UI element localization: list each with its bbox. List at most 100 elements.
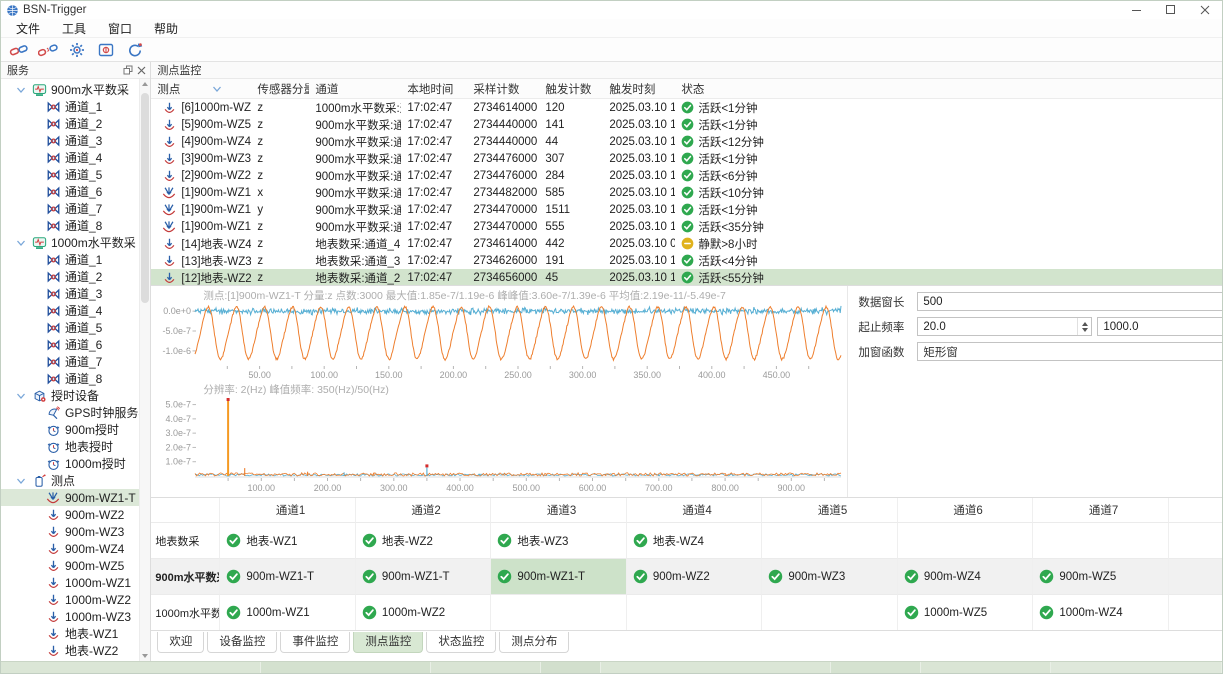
minimize-button[interactable] [1120,1,1154,19]
column-header[interactable]: 状态 [675,81,1223,97]
sidebar-item[interactable]: 通道_8 [1,217,150,234]
assign-column-header[interactable]: 通道7 [1032,498,1168,522]
window-fn-select[interactable]: 矩形窗 [917,342,1223,361]
column-header[interactable]: 本地时间 [401,81,467,97]
sidebar-item[interactable]: 测点 [1,472,150,489]
maximize-button[interactable] [1154,1,1188,19]
sidebar-item[interactable]: 通道_4 [1,149,150,166]
monitor-icon[interactable] [95,40,117,60]
assign-column-header[interactable]: 通道1 [219,498,355,522]
assign-cell[interactable]: 1000m-WZ4 [1032,594,1168,630]
sidebar-item[interactable]: 通道_1 [1,251,150,268]
menu-item[interactable]: 窗口 [97,20,143,37]
table-row[interactable]: [14]地表-WZ4z地表数采:通道_417:02:47273461400044… [151,235,1223,252]
assign-column-header[interactable]: 通道5 [761,498,897,522]
sidebar-item[interactable]: 通道_6 [1,336,150,353]
scroll-up-icon[interactable] [140,79,150,89]
assign-cell[interactable]: 1000m-WZ5 [897,594,1033,630]
sidebar-item[interactable]: 地表-WZ2 [1,642,150,659]
column-header[interactable]: 采样计数 [467,81,539,97]
refresh-icon[interactable] [124,40,146,60]
sidebar-item[interactable]: 通道_4 [1,302,150,319]
sidebar-item[interactable]: 地表授时 [1,438,150,455]
chevron-down-icon[interactable] [15,392,27,400]
assign-column-header[interactable]: 通道3 [490,498,626,522]
assign-cell[interactable]: 900m-WZ5 [1032,558,1168,594]
table-row[interactable]: [12]地表-WZ2z地表数采:通道_217:02:47273465600045… [151,269,1223,286]
assign-column-header[interactable]: 通道6 [897,498,1033,522]
window-length-input[interactable] [918,293,1223,310]
assign-cell[interactable]: 900m-WZ1-T [219,558,355,594]
sidebar-item[interactable]: GPS时钟服务器 [1,404,150,421]
sidebar-item[interactable]: 授时设备 [1,387,150,404]
tab-item[interactable]: 测点分布 [499,632,569,653]
sidebar-item[interactable]: 通道_3 [1,132,150,149]
assign-cell[interactable]: 地表-WZ3 [490,522,626,558]
assign-cell[interactable]: 地表-WZ1 [219,522,355,558]
assign-cell[interactable]: 900m-WZ3 [761,558,897,594]
table-row[interactable]: [1]900m-WZ1-Tx900m水平数采:通道_117:02:4727344… [151,184,1223,201]
column-header[interactable]: 传感器分量 [251,81,309,97]
sidebar-item[interactable]: 1000m-WZ1 [1,574,150,591]
assign-cell[interactable]: 900m-WZ4 [897,558,1033,594]
freq-to-input[interactable] [1098,318,1223,335]
sidebar-item[interactable]: 通道_3 [1,285,150,302]
menu-item[interactable]: 工具 [51,20,97,37]
chevron-down-icon[interactable] [15,86,27,94]
column-header[interactable]: 触发计数 [539,81,603,97]
tab-item[interactable]: 欢迎 [157,632,204,653]
sidebar-item[interactable]: 900m-WZ4 [1,540,150,557]
float-panel-icon[interactable] [123,65,133,75]
table-row[interactable]: [3]900m-WZ3z900m水平数采:通道_517:02:472734476… [151,150,1223,167]
sidebar-item[interactable]: 900m-WZ2 [1,506,150,523]
table-row[interactable]: [2]900m-WZ2z900m水平数采:通道_417:02:472734476… [151,167,1223,184]
sidebar-item[interactable]: 900m水平数采 [1,81,150,98]
connect-icon[interactable] [8,40,30,60]
assign-cell[interactable]: 地表-WZ4 [626,522,762,558]
sidebar-item[interactable]: 1000m授时 [1,455,150,472]
chevron-down-icon[interactable] [15,239,27,247]
menu-item[interactable]: 文件 [5,20,51,37]
scrollbar-thumb[interactable] [141,93,149,303]
table-row[interactable]: [1]900m-WZ1-Tz900m水平数采:通道_317:02:4727344… [151,218,1223,235]
tab-item[interactable]: 事件监控 [280,632,350,653]
column-header[interactable]: 触发时刻 [603,81,675,97]
assign-cell[interactable]: 1000m-WZ1 [219,594,355,630]
table-row[interactable]: [6]1000m-WZ1z1000m水平数采:通道_117:02:4727346… [151,99,1223,116]
sidebar-item[interactable]: 900m-WZ3 [1,523,150,540]
assign-cell[interactable]: 900m-WZ1-T [355,558,491,594]
assign-cell[interactable]: 900m-WZ1-T [490,558,626,594]
freq-from-input[interactable] [918,318,1077,335]
assign-cell[interactable]: 1000m-WZ2 [355,594,491,630]
sidebar-item[interactable]: 通道_5 [1,319,150,336]
sidebar-item[interactable]: 1000m-WZ2 [1,591,150,608]
assign-cell[interactable]: 900m-WZ2 [626,558,762,594]
table-row[interactable]: [13]地表-WZ3z地表数采:通道_317:02:47273462600019… [151,252,1223,269]
sidebar-item[interactable]: 通道_8 [1,370,150,387]
table-row[interactable]: [1]900m-WZ1-Ty900m水平数采:通道_217:02:4727344… [151,201,1223,218]
assign-column-header[interactable]: 通道2 [355,498,491,522]
sidebar-item[interactable]: 通道_7 [1,353,150,370]
scroll-down-icon[interactable] [140,651,150,661]
sidebar-item[interactable]: 通道_5 [1,166,150,183]
assign-cell[interactable]: 地表-WZ2 [355,522,491,558]
sidebar-item[interactable]: 900m授时 [1,421,150,438]
tab-item[interactable]: 设备监控 [207,632,277,653]
close-button[interactable] [1188,1,1222,19]
tab-item[interactable]: 状态监控 [426,632,496,653]
table-row[interactable]: [5]900m-WZ5z900m水平数采:通道_717:02:472734440… [151,116,1223,133]
sidebar-item[interactable]: 900m-WZ5 [1,557,150,574]
tab-active[interactable]: 测点监控 [353,632,423,653]
column-header[interactable]: 通道 [309,81,401,97]
sidebar-item[interactable]: 通道_1 [1,98,150,115]
settings-icon[interactable] [66,40,88,60]
sidebar-item[interactable]: 地表-WZ1 [1,625,150,642]
sidebar-item[interactable]: 通道_7 [1,200,150,217]
assign-column-header[interactable]: 通道4 [626,498,762,522]
sidebar-item[interactable]: 通道_6 [1,183,150,200]
sidebar-item[interactable]: 通道_2 [1,268,150,285]
sidebar-item[interactable]: 通道_2 [1,115,150,132]
sidebar-item[interactable]: 900m-WZ1-T [1,489,150,506]
spinner-arrows[interactable] [1077,318,1091,335]
chevron-down-icon[interactable] [15,477,27,485]
